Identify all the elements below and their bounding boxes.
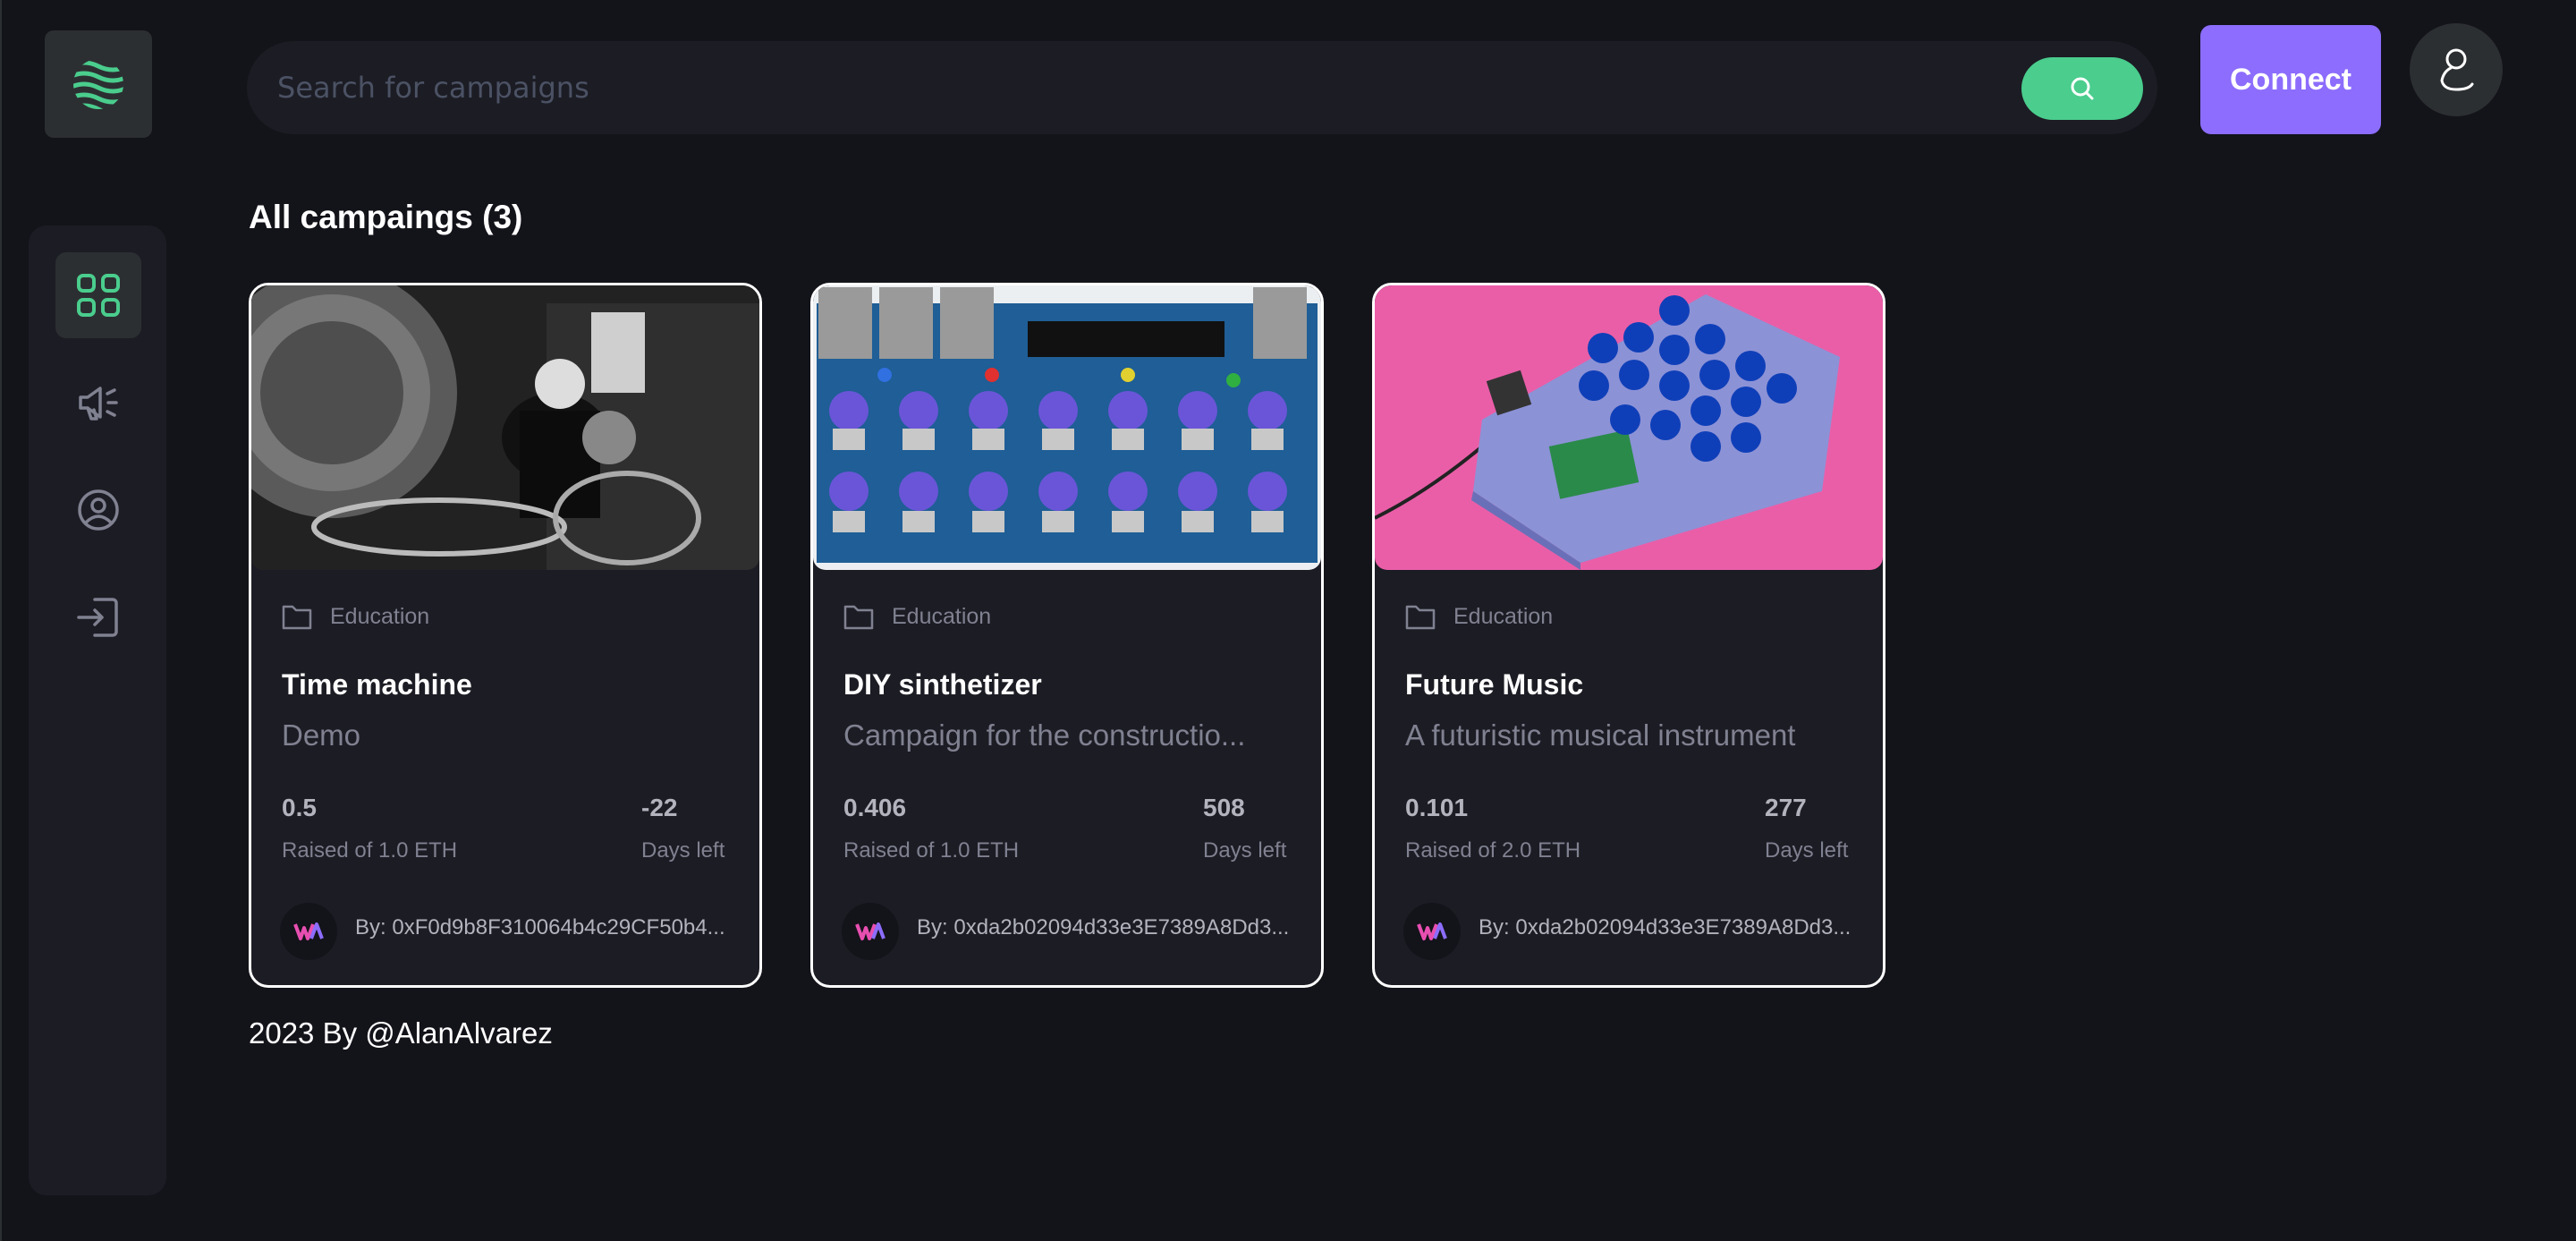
owner-address: By: 0xda2b02094d33e3E7389A8Dd3... xyxy=(917,915,1290,939)
user-avatar-icon xyxy=(2440,48,2474,91)
nav-profile[interactable] xyxy=(55,467,141,553)
dashboard-grid-icon xyxy=(77,274,120,317)
campaign-image xyxy=(1375,285,1883,570)
amount-raised: 0.101 xyxy=(1405,794,1469,821)
days-left-label: Days left xyxy=(1765,838,1849,863)
campaign-title: Future Music xyxy=(1405,668,1584,701)
owner-avatar xyxy=(280,903,337,960)
sidebar-nav xyxy=(29,225,166,1195)
logo[interactable] xyxy=(45,30,152,138)
folder-icon xyxy=(282,605,312,630)
campaign-title: DIY sinthetizer xyxy=(843,668,1042,701)
amount-raised: 0.406 xyxy=(843,794,907,821)
search-icon xyxy=(2071,77,2094,100)
campaign-description: Demo xyxy=(282,718,361,752)
profile-icon xyxy=(78,489,119,531)
owner-avatar xyxy=(1403,903,1461,960)
category-label: Education xyxy=(330,603,430,629)
owner-logo-icon xyxy=(855,922,886,940)
campaign-image xyxy=(251,285,759,570)
campaign-description: Campaign for the constructio... xyxy=(843,718,1246,752)
amount-raised: 0.5 xyxy=(282,794,317,821)
owner-address: By: 0xda2b02094d33e3E7389A8Dd3... xyxy=(1479,915,1852,939)
category-row: Education xyxy=(843,600,991,633)
nav-logout[interactable] xyxy=(55,574,141,660)
campaign-description: A futuristic musical instrument xyxy=(1405,718,1796,752)
raised-label: Raised of 1.0 ETH xyxy=(843,838,1020,863)
days-left: -22 xyxy=(641,794,678,821)
footer-credit: 2023 By @AlanAlvarez xyxy=(249,1016,553,1050)
days-left-label: Days left xyxy=(641,838,725,863)
owner-logo-icon xyxy=(1417,922,1447,940)
user-avatar-button[interactable] xyxy=(2410,23,2503,116)
category-label: Education xyxy=(892,603,992,629)
app-root: Connect All campaings (3) xyxy=(0,0,2576,1241)
campaign-card[interactable]: Education Future Music A futuristic musi… xyxy=(1372,283,1885,988)
days-left: 508 xyxy=(1203,794,1245,821)
search-input[interactable] xyxy=(277,61,1959,115)
campaign-card[interactable]: Education Time machine Demo 0.5 Raised o… xyxy=(249,283,762,988)
wave-globe-logo-icon xyxy=(73,60,123,109)
days-left-label: Days left xyxy=(1203,838,1287,863)
logout-icon xyxy=(77,598,118,637)
days-left: 277 xyxy=(1765,794,1807,821)
campaign-card[interactable]: Education DIY sinthetizer Campaign for t… xyxy=(810,283,1324,988)
megaphone-icon xyxy=(79,387,118,421)
campaign-title: Time machine xyxy=(282,668,472,701)
nav-campaigns[interactable] xyxy=(55,360,141,446)
owner-logo-icon xyxy=(293,922,324,940)
folder-icon xyxy=(1405,605,1436,630)
search-button[interactable] xyxy=(2021,57,2143,120)
nav-dashboard[interactable] xyxy=(55,252,141,338)
category-label: Education xyxy=(1453,603,1554,629)
category-row: Education xyxy=(282,600,429,633)
raised-label: Raised of 2.0 ETH xyxy=(1405,838,1581,863)
raised-label: Raised of 1.0 ETH xyxy=(282,838,458,863)
folder-icon xyxy=(843,605,874,630)
page-title: All campaings (3) xyxy=(249,199,523,235)
owner-address: By: 0xF0d9b8F310064b4c29CF50b4... xyxy=(355,915,725,939)
campaign-image xyxy=(813,285,1321,570)
connect-button[interactable]: Connect xyxy=(2200,25,2381,134)
category-row: Education xyxy=(1405,600,1553,633)
owner-avatar xyxy=(842,903,899,960)
search-bar xyxy=(247,41,2157,134)
